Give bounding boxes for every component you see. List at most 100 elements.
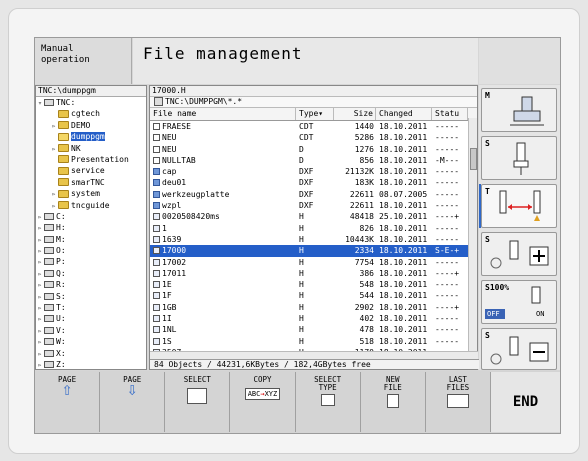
t-function-key[interactable]: T [481, 184, 557, 228]
tree-item[interactable]: ▹ P: [36, 256, 146, 267]
col-header-type[interactable]: Type▾ [296, 108, 334, 120]
file-row[interactable]: wzpl DXF 22611 18.10.2011 ----- [150, 200, 477, 211]
file-list-panel[interactable]: 17000.H TNC:\DUMPPGM\*.* File name Type▾… [149, 85, 482, 370]
file-row[interactable]: 1 H 826 18.10.2011 ----- [150, 223, 477, 234]
tree-item-label: U: [56, 314, 66, 324]
file-row[interactable]: 1639 H 10443K 18.10.2011 ----- [150, 234, 477, 245]
tree-item[interactable]: ▹ DEMO [36, 120, 146, 131]
tree-item[interactable]: ▹ T: [36, 302, 146, 313]
tree-item[interactable]: ▹ H: [36, 222, 146, 233]
tree-item-label: W: [56, 337, 66, 347]
file-date-cell: 18.10.2011 [379, 144, 428, 154]
file-row[interactable]: NULLTAB D 856 18.10.2011 -M--- [150, 155, 477, 166]
file-row[interactable]: 0020508420ms H 48418 25.10.2011 ----+ [150, 211, 477, 222]
file-name: 1S [162, 336, 172, 346]
file-row[interactable]: 17011 H 386 18.10.2011 ----+ [150, 268, 477, 279]
tree-item[interactable]: dumppgm [36, 131, 146, 142]
file-date-cell: 18.10.2011 [379, 133, 428, 143]
file-date-cell: 18.10.2011 [379, 223, 428, 233]
drive-icon [44, 292, 54, 300]
file-row[interactable]: NEU D 1276 18.10.2011 ----- [150, 144, 477, 155]
tree-item[interactable]: ▹ C: [36, 211, 146, 222]
tree-item[interactable]: ▹ M: [36, 234, 146, 245]
file-h-icon [153, 326, 160, 334]
col-header-changed[interactable]: Changed [376, 108, 432, 120]
scroll-thumb[interactable] [470, 148, 477, 170]
tree-item[interactable]: cgtech [36, 108, 146, 119]
file-row[interactable]: 1F H 544 18.10.2011 ----- [150, 290, 477, 301]
tree-item[interactable]: ▹ Z: [36, 359, 146, 370]
file-row[interactable]: 1E H 548 18.10.2011 ----- [150, 279, 477, 290]
new-file-softkey[interactable]: NEW FILE [361, 372, 426, 432]
tree-item[interactable]: ▹ Q: [36, 268, 146, 279]
file-status-cell: ----+ [435, 268, 460, 278]
tree-item[interactable]: smarTNC [36, 177, 146, 188]
file-row[interactable]: cap DXF 21132K 18.10.2011 ----- [150, 166, 477, 177]
tree-item-label: DEMO [71, 120, 91, 130]
file-status-cell: ----- [435, 144, 460, 154]
tree-item[interactable]: Presentation [36, 154, 146, 165]
spindle-icon [510, 96, 544, 126]
tree-item[interactable]: ▿ TNC: [36, 97, 146, 108]
file-h-icon [153, 337, 160, 345]
file-date-cell: 18.10.2011 [379, 155, 428, 165]
tree-item[interactable]: ▹ R: [36, 279, 146, 290]
tree-item[interactable]: ▹ tncguide [36, 200, 146, 211]
file-name: NEU [162, 133, 177, 143]
vertical-scrollbar[interactable] [468, 118, 477, 351]
tree-item[interactable]: ▹ NK [36, 143, 146, 154]
s-plus-key[interactable]: S [481, 232, 557, 276]
file-status-cell: ----- [435, 201, 460, 211]
tree-item[interactable]: ▹ U: [36, 313, 146, 324]
on-label: ON [536, 310, 545, 318]
file-status-cell: ----- [435, 223, 460, 233]
feed-label: S100% [485, 283, 510, 292]
col-header-name[interactable]: File name [150, 108, 296, 120]
file-status-cell: ----+ [435, 212, 460, 222]
file-row[interactable]: 1NL H 478 18.10.2011 ----- [150, 324, 477, 335]
expand-toggle-icon[interactable]: ▹ [36, 360, 44, 371]
file-type-cell: D [299, 144, 304, 154]
file-row[interactable]: werkzeugplatte DXF 22611 08.07.2005 ----- [150, 189, 477, 200]
file-row[interactable]: FRAESE CDT 1440 18.10.2011 ----- [150, 121, 477, 132]
softkey-label-2: FILE [383, 383, 402, 392]
file-row[interactable]: NEU CDT 5286 18.10.2011 ----- [150, 132, 477, 143]
col-header-size[interactable]: Size [334, 108, 376, 120]
folder-icon [58, 201, 69, 210]
file-size-cell: 402 [359, 314, 374, 324]
file-row[interactable]: 17000 H 2334 18.10.2011 S-E-+ [150, 245, 477, 257]
m-function-key[interactable]: M [481, 88, 557, 132]
select-softkey[interactable]: SELECT [165, 372, 231, 432]
file-size-cell: 22611 [349, 201, 374, 211]
file-type-cell: H [299, 234, 304, 244]
file-h-icon [153, 235, 160, 243]
end-softkey[interactable]: END [490, 372, 560, 432]
tree-item[interactable]: ▹ system [36, 188, 146, 199]
last-files-softkey[interactable]: LAST FILES [426, 372, 491, 432]
tree-item-label: cgtech [71, 109, 100, 119]
s-minus-key[interactable]: S [481, 328, 557, 370]
file-type-cell: H [299, 302, 304, 312]
file-doc-icon [153, 123, 160, 130]
col-header-status[interactable]: Statu [432, 108, 468, 120]
file-row[interactable]: 1S H 518 18.10.2011 ----- [150, 336, 477, 347]
page-up-softkey[interactable]: PAGE ⇧ [35, 372, 101, 432]
page-down-softkey[interactable]: PAGE ⇩ [100, 372, 166, 432]
file-row[interactable]: 17002 H 7754 18.10.2011 ----- [150, 257, 477, 268]
file-row[interactable]: 1I H 402 18.10.2011 ----- [150, 313, 477, 324]
s-function-key[interactable]: S [481, 136, 557, 180]
tree-item[interactable]: ▹ V: [36, 325, 146, 336]
tree-item[interactable]: ▹ S: [36, 291, 146, 302]
file-status-cell: ----- [435, 280, 460, 290]
tree-item[interactable]: ▹ O: [36, 245, 146, 256]
file-row[interactable]: deu01 DXF 183K 18.10.2011 ----- [150, 177, 477, 188]
file-date-cell: 25.10.2011 [379, 212, 428, 222]
copy-softkey[interactable]: COPY ABC→XYZ [230, 372, 296, 432]
select-type-softkey[interactable]: SELECT TYPE [296, 372, 361, 432]
tree-item[interactable]: ▹ X: [36, 348, 146, 359]
tree-item[interactable]: ▹ W: [36, 336, 146, 347]
file-row[interactable]: 1GB H 2902 18.10.2011 ----+ [150, 302, 477, 313]
tree-item[interactable]: service [36, 165, 146, 176]
directory-tree[interactable]: TNC:\dumppgm ▿ TNC: cgtech ▹ DEMO dumppgm ▹ NK P… [35, 85, 147, 370]
spindle-override-key[interactable]: S100% OFF ON [481, 280, 557, 324]
